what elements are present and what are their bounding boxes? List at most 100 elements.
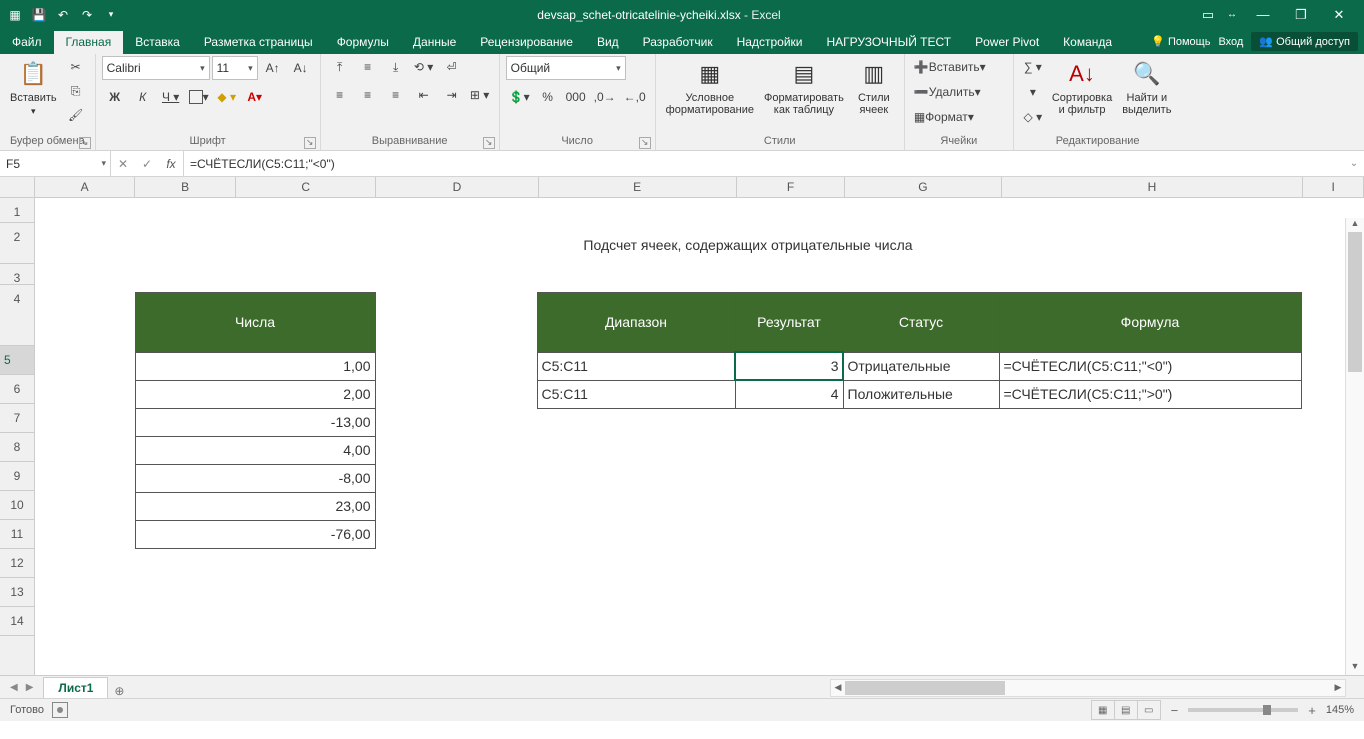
close-button[interactable]: ✕ bbox=[1322, 0, 1356, 29]
cell[interactable] bbox=[35, 464, 135, 492]
cell[interactable] bbox=[375, 604, 537, 632]
autosum-button[interactable]: ∑ ▾ bbox=[1020, 56, 1046, 78]
restore-button[interactable]: ❐ bbox=[1284, 0, 1318, 29]
cell-number-6[interactable]: 2,00 bbox=[135, 380, 375, 408]
macro-record-icon[interactable] bbox=[52, 702, 68, 718]
cell[interactable] bbox=[537, 436, 735, 464]
italic-button[interactable]: К bbox=[130, 86, 156, 108]
row-header-1[interactable]: 1 bbox=[0, 198, 34, 223]
cell[interactable] bbox=[375, 548, 537, 576]
cell[interactable] bbox=[999, 604, 1301, 632]
vertical-scrollbar[interactable]: ▲ ▼ bbox=[1345, 218, 1364, 675]
cell[interactable] bbox=[135, 576, 235, 604]
qat-customize-icon[interactable]: ▾ bbox=[102, 6, 120, 24]
cell[interactable] bbox=[843, 464, 999, 492]
cell-result-5[interactable]: 3 bbox=[735, 352, 843, 380]
scroll-down-icon[interactable]: ▼ bbox=[1346, 661, 1364, 675]
col-header-B[interactable]: B bbox=[135, 177, 236, 197]
row-header-10[interactable]: 10 bbox=[0, 491, 34, 520]
cell[interactable] bbox=[537, 576, 735, 604]
tab-view[interactable]: Вид bbox=[585, 31, 631, 54]
header-numbers[interactable]: Числа bbox=[135, 292, 375, 352]
ribbon-arrow-icon[interactable]: ↔ bbox=[1222, 0, 1242, 29]
minimize-button[interactable]: — bbox=[1246, 0, 1280, 29]
cell[interactable] bbox=[735, 464, 843, 492]
underline-button[interactable]: Ч ▾ bbox=[158, 86, 184, 108]
row-header-2[interactable]: 2 bbox=[0, 223, 34, 264]
cell[interactable] bbox=[375, 436, 537, 464]
cell[interactable] bbox=[537, 492, 735, 520]
cell[interactable] bbox=[735, 436, 843, 464]
cell[interactable] bbox=[999, 492, 1301, 520]
cell[interactable] bbox=[375, 198, 537, 225]
formula-input[interactable]: =СЧЁТЕСЛИ(C5:C11;"<0") bbox=[184, 151, 1344, 176]
header-result[interactable]: Результат bbox=[735, 292, 843, 352]
cell[interactable] bbox=[843, 548, 999, 576]
cell[interactable] bbox=[135, 604, 235, 632]
percent-button[interactable]: % bbox=[535, 86, 561, 108]
scroll-up-icon[interactable]: ▲ bbox=[1346, 218, 1364, 232]
copy-button[interactable]: ⎘ bbox=[63, 80, 89, 102]
font-size-select[interactable]: 11▾ bbox=[212, 56, 258, 80]
col-header-E[interactable]: E bbox=[539, 177, 737, 197]
tab-file[interactable]: Файл bbox=[0, 31, 54, 54]
row-header-4[interactable]: 4 bbox=[0, 285, 34, 346]
number-format-select[interactable]: Общий▾ bbox=[506, 56, 626, 80]
cell[interactable] bbox=[843, 198, 999, 225]
cell[interactable] bbox=[735, 576, 843, 604]
cell[interactable] bbox=[735, 548, 843, 576]
cell-formula-6[interactable]: =СЧЁТЕСЛИ(C5:C11;">0") bbox=[999, 380, 1301, 408]
cell-number-5[interactable]: 1,00 bbox=[135, 352, 375, 380]
scroll-left-icon[interactable]: ◀ bbox=[831, 680, 845, 696]
cell[interactable] bbox=[843, 265, 999, 292]
cell[interactable] bbox=[235, 576, 375, 604]
vscroll-thumb[interactable] bbox=[1348, 232, 1362, 372]
row-header-3[interactable]: 3 bbox=[0, 264, 34, 285]
col-header-G[interactable]: G bbox=[845, 177, 1001, 197]
row-header-11[interactable]: 11 bbox=[0, 520, 34, 549]
cell-status-5[interactable]: Отрицательные bbox=[843, 352, 999, 380]
align-middle-button[interactable]: ≡ bbox=[355, 56, 381, 78]
fill-button[interactable]: ▾ bbox=[1020, 81, 1046, 103]
cell[interactable] bbox=[843, 520, 999, 548]
insert-function-icon[interactable]: fx bbox=[159, 157, 183, 171]
tab-load-test[interactable]: НАГРУЗОЧНЫЙ ТЕСТ bbox=[814, 31, 963, 54]
zoom-out-button[interactable]: − bbox=[1171, 703, 1179, 718]
align-right-button[interactable]: ≡ bbox=[383, 84, 409, 106]
cell-styles-button[interactable]: ▥Стили ячеек bbox=[850, 56, 898, 118]
delete-cells-button[interactable]: ➖ Удалить ▾ bbox=[911, 81, 1007, 103]
row-header-14[interactable]: 14 bbox=[0, 607, 34, 636]
find-select-button[interactable]: 🔍Найти и выделить bbox=[1118, 56, 1175, 118]
tab-review[interactable]: Рецензирование bbox=[468, 31, 585, 54]
align-top-button[interactable]: ⤒ bbox=[327, 56, 353, 78]
cell[interactable] bbox=[999, 198, 1301, 225]
scroll-right-icon[interactable]: ▶ bbox=[1331, 680, 1345, 696]
tab-insert[interactable]: Вставка bbox=[123, 31, 192, 54]
cell[interactable] bbox=[235, 198, 375, 225]
cell[interactable] bbox=[735, 198, 843, 225]
cell[interactable] bbox=[999, 464, 1301, 492]
select-all-corner[interactable] bbox=[0, 177, 35, 197]
cell[interactable] bbox=[35, 265, 135, 292]
zoom-level[interactable]: 145% bbox=[1326, 704, 1354, 716]
format-cells-button[interactable]: ▦ Формат ▾ bbox=[911, 106, 1007, 128]
cell[interactable] bbox=[999, 436, 1301, 464]
row-header-12[interactable]: 12 bbox=[0, 549, 34, 578]
increase-indent-button[interactable]: ⇥ bbox=[439, 84, 465, 106]
cancel-formula-icon[interactable]: ✕ bbox=[111, 157, 135, 171]
expand-formula-bar-icon[interactable]: ⌄ bbox=[1344, 158, 1364, 169]
cell[interactable] bbox=[999, 408, 1301, 436]
increase-decimal-button[interactable]: ,0→ bbox=[591, 86, 619, 108]
cell[interactable] bbox=[735, 408, 843, 436]
cell[interactable] bbox=[375, 292, 537, 352]
paste-button[interactable]: 📋 Вставить ▾ bbox=[6, 56, 61, 119]
cell[interactable] bbox=[375, 492, 537, 520]
number-dialog-icon[interactable]: ↘ bbox=[639, 137, 651, 149]
signin-link[interactable]: Вход bbox=[1218, 36, 1243, 48]
cell[interactable] bbox=[537, 265, 735, 292]
decrease-decimal-button[interactable]: ←,0 bbox=[621, 86, 649, 108]
undo-icon[interactable]: ↶ bbox=[54, 6, 72, 24]
font-name-select[interactable]: Calibri▾ bbox=[102, 56, 210, 80]
cell[interactable] bbox=[735, 265, 843, 292]
border-button[interactable]: ▾ bbox=[186, 86, 212, 108]
